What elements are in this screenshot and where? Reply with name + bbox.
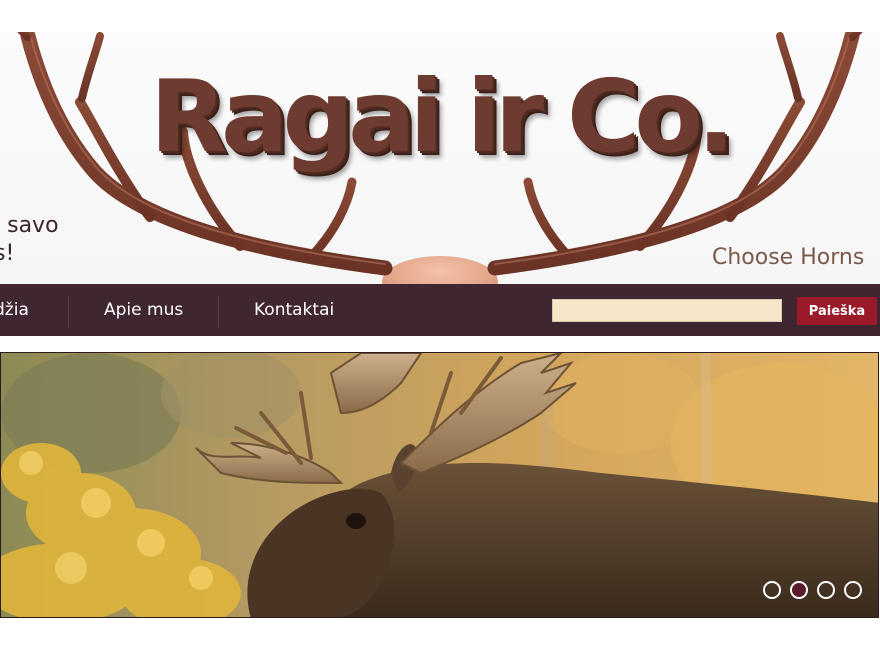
nav-item-home[interactable]: džia bbox=[0, 284, 29, 336]
nav-divider bbox=[218, 296, 219, 328]
tagline-line-2: s! bbox=[0, 241, 15, 266]
nav-divider bbox=[68, 296, 69, 328]
site-header: Ragai ir Co. i savo s! Choose Horns bbox=[0, 32, 880, 284]
slide-image-moose bbox=[1, 353, 878, 617]
tagline-line-1: i savo bbox=[0, 213, 59, 238]
nav-item-about[interactable]: Apie mus bbox=[104, 284, 183, 336]
slider-dot-1[interactable] bbox=[763, 581, 781, 599]
search-button[interactable]: Paieška bbox=[797, 297, 877, 325]
search-input[interactable] bbox=[552, 299, 782, 322]
site-title: Ragai ir Co. bbox=[150, 58, 735, 175]
slider-dot-2[interactable] bbox=[790, 581, 808, 599]
nav-item-contacts[interactable]: Kontaktai bbox=[254, 284, 334, 336]
header-slogan: Choose Horns bbox=[712, 245, 865, 270]
slider-dot-4[interactable] bbox=[844, 581, 862, 599]
main-navigation: džia Apie mus Kontaktai Paieška bbox=[0, 284, 880, 336]
image-slider bbox=[0, 352, 879, 618]
header-tagline: i savo s! bbox=[0, 212, 59, 268]
slider-dot-3[interactable] bbox=[817, 581, 835, 599]
